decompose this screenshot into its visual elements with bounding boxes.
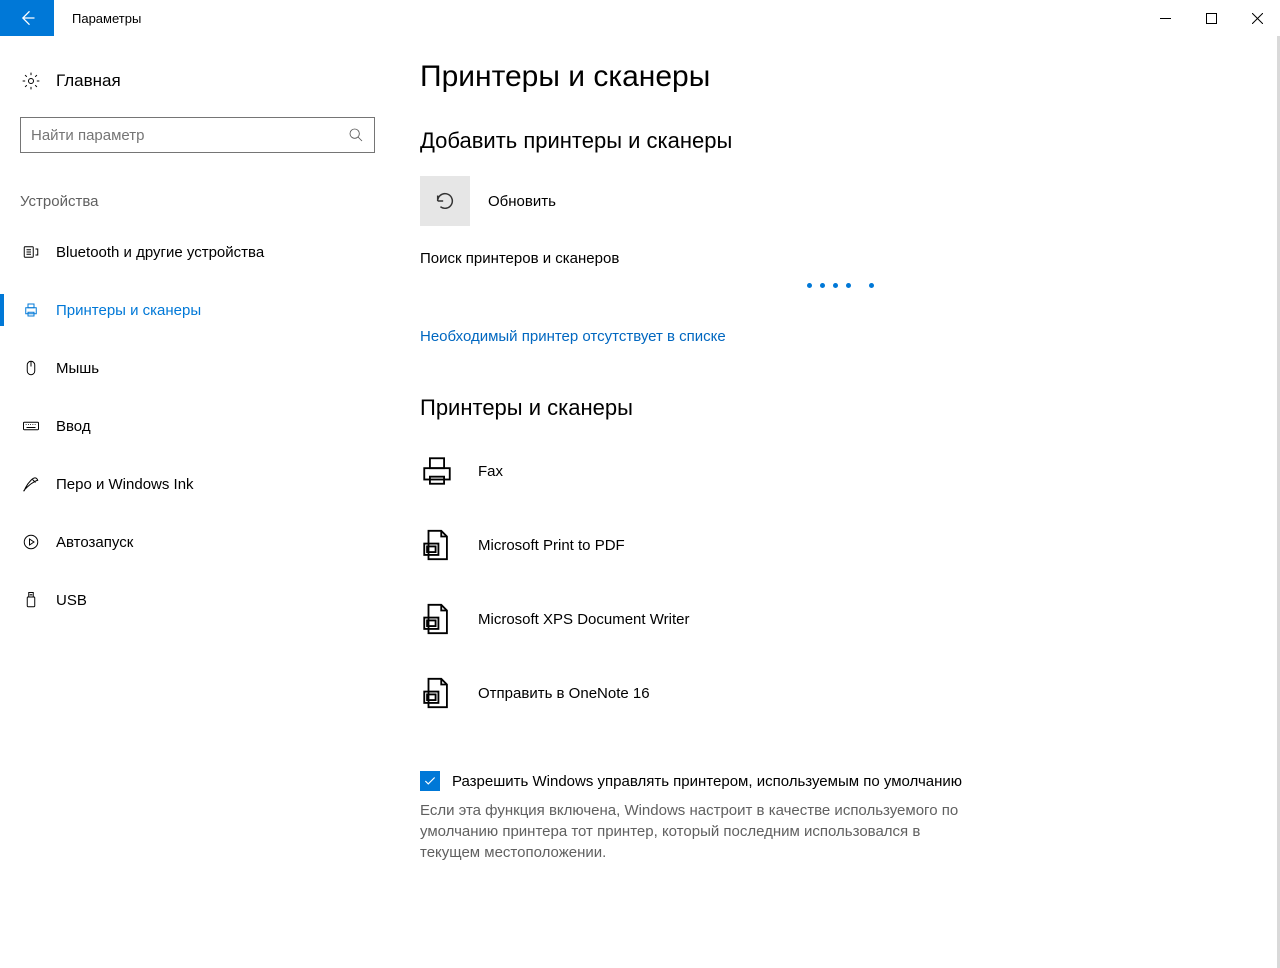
printer-icon <box>20 301 42 319</box>
window-title: Параметры <box>54 0 1142 36</box>
default-printer-checkbox-label: Разрешить Windows управлять принтером, и… <box>452 771 962 792</box>
sidebar-item-usb[interactable]: USB <box>20 578 360 622</box>
refresh-icon <box>434 190 456 212</box>
fax-icon <box>420 454 460 488</box>
refresh-row: Обновить <box>420 176 1240 226</box>
check-icon <box>423 774 437 788</box>
search-box[interactable] <box>20 117 375 153</box>
close-icon <box>1252 13 1263 24</box>
progress-indicator <box>660 283 1020 288</box>
printer-item-onenote[interactable]: Отправить в OneNote 16 <box>420 665 1240 721</box>
default-printer-checkbox[interactable] <box>420 771 440 791</box>
sidebar-group-label: Устройства <box>20 193 360 210</box>
minimize-icon <box>1160 13 1171 24</box>
page-title: Принтеры и сканеры <box>420 60 1240 94</box>
sidebar-item-printers[interactable]: Принтеры и сканеры <box>20 288 360 332</box>
sidebar-item-label: Ввод <box>56 418 91 435</box>
home-label: Главная <box>56 71 121 91</box>
sidebar-item-label: Принтеры и сканеры <box>56 302 201 319</box>
arrow-left-icon <box>17 8 37 28</box>
refresh-label: Обновить <box>488 193 556 210</box>
printer-item-xps[interactable]: Microsoft XPS Document Writer <box>420 591 1240 647</box>
sidebar-item-mouse[interactable]: Мышь <box>20 346 360 390</box>
usb-icon <box>20 591 42 609</box>
sidebar-item-pen[interactable]: Перо и Windows Ink <box>20 462 360 506</box>
printer-not-listed-link[interactable]: Необходимый принтер отсутствует в списке <box>420 328 726 345</box>
printer-item-fax[interactable]: Fax <box>420 443 1240 499</box>
sidebar: Главная Устройства Bluetooth и другие ус… <box>0 36 380 968</box>
sidebar-item-label: Мышь <box>56 360 99 377</box>
onenote-printer-icon <box>420 676 460 710</box>
printer-label: Microsoft XPS Document Writer <box>478 611 689 628</box>
sidebar-item-label: Bluetooth и другие устройства <box>56 244 264 261</box>
add-section-title: Добавить принтеры и сканеры <box>420 128 1240 154</box>
sidebar-item-label: Перо и Windows Ink <box>56 476 194 493</box>
default-printer-hint: Если эта функция включена, Windows настр… <box>420 800 980 863</box>
sidebar-item-bluetooth[interactable]: Bluetooth и другие устройства <box>20 230 360 274</box>
printer-label: Fax <box>478 463 503 480</box>
printer-label: Microsoft Print to PDF <box>478 537 625 554</box>
printer-item-pdf[interactable]: Microsoft Print to PDF <box>420 517 1240 573</box>
gear-icon <box>20 71 42 91</box>
main-content: Принтеры и сканеры Добавить принтеры и с… <box>380 36 1280 968</box>
maximize-button[interactable] <box>1188 0 1234 36</box>
searching-status: Поиск принтеров и сканеров <box>420 250 1240 267</box>
keyboard-icon <box>20 417 42 435</box>
xps-printer-icon <box>420 602 460 636</box>
pen-icon <box>20 475 42 493</box>
refresh-button[interactable] <box>420 176 470 226</box>
search-icon <box>348 127 364 143</box>
autoplay-icon <box>20 533 42 551</box>
bluetooth-icon <box>20 243 42 261</box>
sidebar-item-label: USB <box>56 592 87 609</box>
search-input[interactable] <box>31 127 348 144</box>
sidebar-item-typing[interactable]: Ввод <box>20 404 360 448</box>
minimize-button[interactable] <box>1142 0 1188 36</box>
sidebar-item-autoplay[interactable]: Автозапуск <box>20 520 360 564</box>
sidebar-item-label: Автозапуск <box>56 534 133 551</box>
list-section-title: Принтеры и сканеры <box>420 395 1240 421</box>
back-button[interactable] <box>0 0 54 36</box>
mouse-icon <box>20 359 42 377</box>
default-printer-checkbox-row: Разрешить Windows управлять принтером, и… <box>420 771 980 792</box>
close-button[interactable] <box>1234 0 1280 36</box>
window-controls <box>1142 0 1280 36</box>
maximize-icon <box>1206 13 1217 24</box>
home-link[interactable]: Главная <box>20 71 360 91</box>
printer-label: Отправить в OneNote 16 <box>478 685 650 702</box>
titlebar: Параметры <box>0 0 1280 36</box>
pdf-printer-icon <box>420 528 460 562</box>
